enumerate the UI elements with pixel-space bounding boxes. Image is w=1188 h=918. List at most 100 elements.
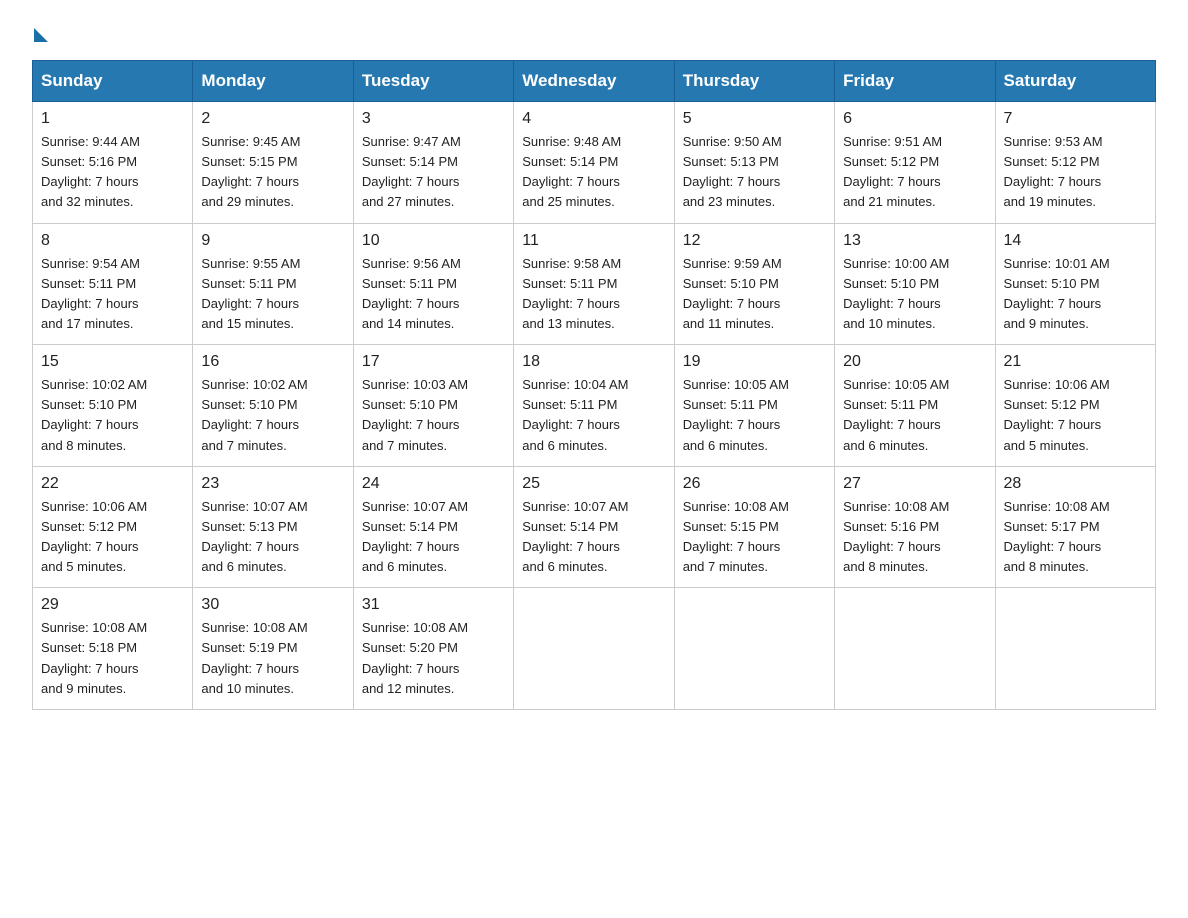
day-info: Sunrise: 10:05 AM Sunset: 5:11 PM Daylig… [683, 375, 826, 456]
calendar-cell: 6 Sunrise: 9:51 AM Sunset: 5:12 PM Dayli… [835, 102, 995, 224]
day-number: 10 [362, 232, 505, 250]
day-number: 3 [362, 110, 505, 128]
day-info: Sunrise: 9:56 AM Sunset: 5:11 PM Dayligh… [362, 254, 505, 335]
day-info: Sunrise: 9:55 AM Sunset: 5:11 PM Dayligh… [201, 254, 344, 335]
day-number: 28 [1004, 475, 1147, 493]
day-number: 23 [201, 475, 344, 493]
day-info: Sunrise: 9:47 AM Sunset: 5:14 PM Dayligh… [362, 132, 505, 213]
day-number: 17 [362, 353, 505, 371]
day-info: Sunrise: 9:45 AM Sunset: 5:15 PM Dayligh… [201, 132, 344, 213]
calendar-cell: 7 Sunrise: 9:53 AM Sunset: 5:12 PM Dayli… [995, 102, 1155, 224]
calendar-cell: 15 Sunrise: 10:02 AM Sunset: 5:10 PM Day… [33, 345, 193, 467]
calendar-week-4: 22 Sunrise: 10:06 AM Sunset: 5:12 PM Day… [33, 466, 1156, 588]
calendar-cell: 29 Sunrise: 10:08 AM Sunset: 5:18 PM Day… [33, 588, 193, 710]
calendar-cell: 10 Sunrise: 9:56 AM Sunset: 5:11 PM Dayl… [353, 223, 513, 345]
day-number: 15 [41, 353, 184, 371]
day-info: Sunrise: 10:02 AM Sunset: 5:10 PM Daylig… [201, 375, 344, 456]
day-info: Sunrise: 10:08 AM Sunset: 5:16 PM Daylig… [843, 497, 986, 578]
calendar-cell: 17 Sunrise: 10:03 AM Sunset: 5:10 PM Day… [353, 345, 513, 467]
calendar-cell: 5 Sunrise: 9:50 AM Sunset: 5:13 PM Dayli… [674, 102, 834, 224]
calendar-cell: 18 Sunrise: 10:04 AM Sunset: 5:11 PM Day… [514, 345, 674, 467]
calendar-cell: 21 Sunrise: 10:06 AM Sunset: 5:12 PM Day… [995, 345, 1155, 467]
day-number: 20 [843, 353, 986, 371]
day-info: Sunrise: 10:06 AM Sunset: 5:12 PM Daylig… [1004, 375, 1147, 456]
calendar-cell: 23 Sunrise: 10:07 AM Sunset: 5:13 PM Day… [193, 466, 353, 588]
day-info: Sunrise: 10:03 AM Sunset: 5:10 PM Daylig… [362, 375, 505, 456]
day-info: Sunrise: 10:07 AM Sunset: 5:13 PM Daylig… [201, 497, 344, 578]
day-info: Sunrise: 10:08 AM Sunset: 5:19 PM Daylig… [201, 618, 344, 699]
calendar-cell: 8 Sunrise: 9:54 AM Sunset: 5:11 PM Dayli… [33, 223, 193, 345]
day-info: Sunrise: 9:44 AM Sunset: 5:16 PM Dayligh… [41, 132, 184, 213]
calendar-cell: 30 Sunrise: 10:08 AM Sunset: 5:19 PM Day… [193, 588, 353, 710]
day-number: 26 [683, 475, 826, 493]
calendar-week-3: 15 Sunrise: 10:02 AM Sunset: 5:10 PM Day… [33, 345, 1156, 467]
calendar-cell: 20 Sunrise: 10:05 AM Sunset: 5:11 PM Day… [835, 345, 995, 467]
day-info: Sunrise: 9:58 AM Sunset: 5:11 PM Dayligh… [522, 254, 665, 335]
calendar-cell: 27 Sunrise: 10:08 AM Sunset: 5:16 PM Day… [835, 466, 995, 588]
header-sunday: Sunday [33, 61, 193, 102]
day-number: 31 [362, 596, 505, 614]
calendar-cell: 4 Sunrise: 9:48 AM Sunset: 5:14 PM Dayli… [514, 102, 674, 224]
day-number: 8 [41, 232, 184, 250]
calendar-cell: 28 Sunrise: 10:08 AM Sunset: 5:17 PM Day… [995, 466, 1155, 588]
calendar-cell: 22 Sunrise: 10:06 AM Sunset: 5:12 PM Day… [33, 466, 193, 588]
calendar-week-1: 1 Sunrise: 9:44 AM Sunset: 5:16 PM Dayli… [33, 102, 1156, 224]
header-tuesday: Tuesday [353, 61, 513, 102]
day-info: Sunrise: 10:08 AM Sunset: 5:20 PM Daylig… [362, 618, 505, 699]
calendar-cell: 19 Sunrise: 10:05 AM Sunset: 5:11 PM Day… [674, 345, 834, 467]
calendar-cell: 12 Sunrise: 9:59 AM Sunset: 5:10 PM Dayl… [674, 223, 834, 345]
header-saturday: Saturday [995, 61, 1155, 102]
header-monday: Monday [193, 61, 353, 102]
calendar-cell: 24 Sunrise: 10:07 AM Sunset: 5:14 PM Day… [353, 466, 513, 588]
day-number: 21 [1004, 353, 1147, 371]
header-wednesday: Wednesday [514, 61, 674, 102]
day-info: Sunrise: 10:00 AM Sunset: 5:10 PM Daylig… [843, 254, 986, 335]
weekday-header-row: SundayMondayTuesdayWednesdayThursdayFrid… [33, 61, 1156, 102]
day-number: 19 [683, 353, 826, 371]
day-info: Sunrise: 9:59 AM Sunset: 5:10 PM Dayligh… [683, 254, 826, 335]
day-number: 30 [201, 596, 344, 614]
day-number: 5 [683, 110, 826, 128]
day-number: 4 [522, 110, 665, 128]
day-number: 7 [1004, 110, 1147, 128]
day-number: 29 [41, 596, 184, 614]
day-info: Sunrise: 10:07 AM Sunset: 5:14 PM Daylig… [362, 497, 505, 578]
calendar-cell: 16 Sunrise: 10:02 AM Sunset: 5:10 PM Day… [193, 345, 353, 467]
calendar-table: SundayMondayTuesdayWednesdayThursdayFrid… [32, 60, 1156, 710]
day-info: Sunrise: 10:07 AM Sunset: 5:14 PM Daylig… [522, 497, 665, 578]
calendar-cell: 13 Sunrise: 10:00 AM Sunset: 5:10 PM Day… [835, 223, 995, 345]
calendar-cell [995, 588, 1155, 710]
calendar-cell: 9 Sunrise: 9:55 AM Sunset: 5:11 PM Dayli… [193, 223, 353, 345]
day-number: 16 [201, 353, 344, 371]
page-header [32, 24, 1156, 42]
day-info: Sunrise: 10:08 AM Sunset: 5:17 PM Daylig… [1004, 497, 1147, 578]
day-number: 14 [1004, 232, 1147, 250]
header-thursday: Thursday [674, 61, 834, 102]
calendar-week-5: 29 Sunrise: 10:08 AM Sunset: 5:18 PM Day… [33, 588, 1156, 710]
day-number: 27 [843, 475, 986, 493]
calendar-cell [514, 588, 674, 710]
day-info: Sunrise: 10:01 AM Sunset: 5:10 PM Daylig… [1004, 254, 1147, 335]
day-info: Sunrise: 10:08 AM Sunset: 5:18 PM Daylig… [41, 618, 184, 699]
day-info: Sunrise: 9:54 AM Sunset: 5:11 PM Dayligh… [41, 254, 184, 335]
day-info: Sunrise: 10:08 AM Sunset: 5:15 PM Daylig… [683, 497, 826, 578]
day-info: Sunrise: 10:04 AM Sunset: 5:11 PM Daylig… [522, 375, 665, 456]
header-friday: Friday [835, 61, 995, 102]
day-info: Sunrise: 9:51 AM Sunset: 5:12 PM Dayligh… [843, 132, 986, 213]
day-info: Sunrise: 10:05 AM Sunset: 5:11 PM Daylig… [843, 375, 986, 456]
day-number: 11 [522, 232, 665, 250]
day-info: Sunrise: 9:48 AM Sunset: 5:14 PM Dayligh… [522, 132, 665, 213]
day-number: 1 [41, 110, 184, 128]
day-number: 13 [843, 232, 986, 250]
calendar-cell: 26 Sunrise: 10:08 AM Sunset: 5:15 PM Day… [674, 466, 834, 588]
day-info: Sunrise: 9:50 AM Sunset: 5:13 PM Dayligh… [683, 132, 826, 213]
calendar-week-2: 8 Sunrise: 9:54 AM Sunset: 5:11 PM Dayli… [33, 223, 1156, 345]
calendar-cell: 14 Sunrise: 10:01 AM Sunset: 5:10 PM Day… [995, 223, 1155, 345]
day-number: 12 [683, 232, 826, 250]
logo-arrow-icon [34, 28, 48, 42]
calendar-cell: 2 Sunrise: 9:45 AM Sunset: 5:15 PM Dayli… [193, 102, 353, 224]
day-number: 24 [362, 475, 505, 493]
calendar-cell: 11 Sunrise: 9:58 AM Sunset: 5:11 PM Dayl… [514, 223, 674, 345]
day-number: 25 [522, 475, 665, 493]
logo [32, 24, 48, 42]
